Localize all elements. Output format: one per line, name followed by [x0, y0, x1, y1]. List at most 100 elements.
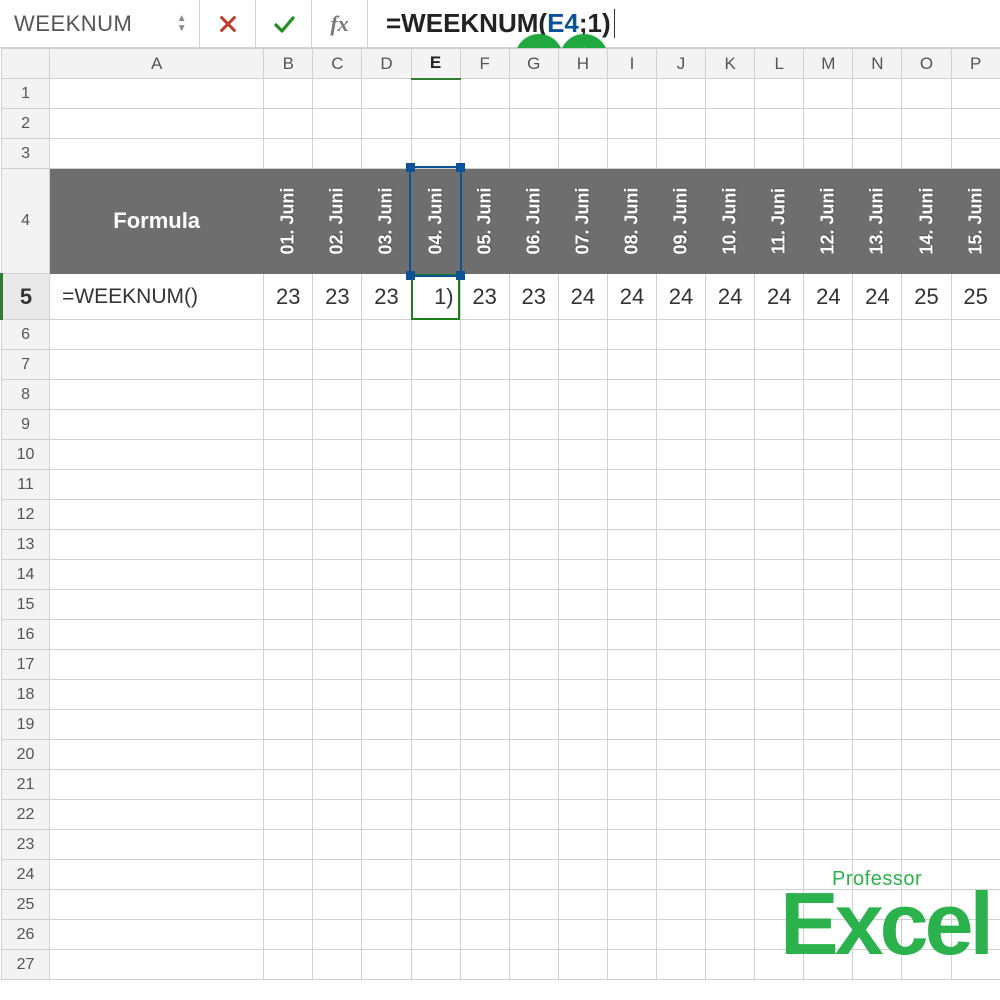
- date-header-cell[interactable]: 05. Juni: [460, 169, 509, 274]
- empty-cell[interactable]: [313, 950, 362, 980]
- empty-cell[interactable]: [853, 920, 902, 950]
- empty-cell[interactable]: [607, 920, 656, 950]
- empty-cell[interactable]: [509, 830, 558, 860]
- empty-cell[interactable]: [313, 440, 362, 470]
- empty-cell[interactable]: [50, 650, 264, 680]
- empty-cell[interactable]: [460, 860, 509, 890]
- row-header-13[interactable]: 13: [2, 530, 50, 560]
- empty-cell[interactable]: [804, 650, 853, 680]
- empty-cell[interactable]: [951, 620, 1000, 650]
- empty-cell[interactable]: [411, 650, 460, 680]
- empty-cell[interactable]: [755, 79, 804, 109]
- empty-cell[interactable]: [951, 740, 1000, 770]
- empty-cell[interactable]: [853, 950, 902, 980]
- empty-cell[interactable]: [657, 680, 706, 710]
- row-header-26[interactable]: 26: [2, 920, 50, 950]
- empty-cell[interactable]: [607, 79, 656, 109]
- empty-cell[interactable]: [509, 380, 558, 410]
- row-header-14[interactable]: 14: [2, 560, 50, 590]
- formula-example-cell[interactable]: =WEEKNUM(): [50, 274, 264, 320]
- empty-cell[interactable]: [607, 740, 656, 770]
- empty-cell[interactable]: [657, 710, 706, 740]
- empty-cell[interactable]: [362, 890, 411, 920]
- empty-cell[interactable]: [951, 440, 1000, 470]
- date-header-cell[interactable]: 06. Juni: [509, 169, 558, 274]
- empty-cell[interactable]: [804, 890, 853, 920]
- empty-cell[interactable]: [902, 530, 951, 560]
- date-header-cell[interactable]: 09. Juni: [657, 169, 706, 274]
- empty-cell[interactable]: [902, 860, 951, 890]
- empty-cell[interactable]: [804, 860, 853, 890]
- empty-cell[interactable]: [755, 470, 804, 500]
- empty-cell[interactable]: [607, 380, 656, 410]
- empty-cell[interactable]: [313, 920, 362, 950]
- empty-cell[interactable]: [902, 139, 951, 169]
- empty-cell[interactable]: [804, 79, 853, 109]
- empty-cell[interactable]: [755, 680, 804, 710]
- column-header-E[interactable]: E: [411, 49, 460, 79]
- empty-cell[interactable]: [853, 139, 902, 169]
- empty-cell[interactable]: [902, 560, 951, 590]
- empty-cell[interactable]: [460, 320, 509, 350]
- empty-cell[interactable]: [50, 109, 264, 139]
- empty-cell[interactable]: [313, 560, 362, 590]
- row-header-17[interactable]: 17: [2, 650, 50, 680]
- empty-cell[interactable]: [460, 440, 509, 470]
- empty-cell[interactable]: [509, 320, 558, 350]
- empty-cell[interactable]: [804, 800, 853, 830]
- empty-cell[interactable]: [313, 890, 362, 920]
- empty-cell[interactable]: [804, 620, 853, 650]
- column-header-C[interactable]: C: [313, 49, 362, 79]
- empty-cell[interactable]: [558, 440, 607, 470]
- date-header-cell[interactable]: 02. Juni: [313, 169, 362, 274]
- empty-cell[interactable]: [313, 800, 362, 830]
- empty-cell[interactable]: [657, 410, 706, 440]
- empty-cell[interactable]: [411, 109, 460, 139]
- empty-cell[interactable]: [50, 680, 264, 710]
- empty-cell[interactable]: [509, 950, 558, 980]
- empty-cell[interactable]: [902, 470, 951, 500]
- empty-cell[interactable]: [804, 740, 853, 770]
- empty-cell[interactable]: [411, 680, 460, 710]
- empty-cell[interactable]: [607, 770, 656, 800]
- empty-cell[interactable]: [607, 890, 656, 920]
- empty-cell[interactable]: [657, 440, 706, 470]
- empty-cell[interactable]: [607, 830, 656, 860]
- row-header-18[interactable]: 18: [2, 680, 50, 710]
- empty-cell[interactable]: [706, 410, 755, 440]
- empty-cell[interactable]: [50, 890, 264, 920]
- empty-cell[interactable]: [902, 440, 951, 470]
- empty-cell[interactable]: [50, 620, 264, 650]
- empty-cell[interactable]: [50, 740, 264, 770]
- empty-cell[interactable]: [509, 590, 558, 620]
- empty-cell[interactable]: [755, 440, 804, 470]
- value-cell[interactable]: 25: [902, 274, 951, 320]
- empty-cell[interactable]: [902, 770, 951, 800]
- empty-cell[interactable]: [657, 109, 706, 139]
- empty-cell[interactable]: [362, 79, 411, 109]
- empty-cell[interactable]: [411, 590, 460, 620]
- empty-cell[interactable]: [902, 800, 951, 830]
- row-header-24[interactable]: 24: [2, 860, 50, 890]
- empty-cell[interactable]: [411, 470, 460, 500]
- row-header-15[interactable]: 15: [2, 590, 50, 620]
- row-header-23[interactable]: 23: [2, 830, 50, 860]
- empty-cell[interactable]: [362, 530, 411, 560]
- empty-cell[interactable]: [755, 380, 804, 410]
- empty-cell[interactable]: [657, 620, 706, 650]
- empty-cell[interactable]: [509, 500, 558, 530]
- row-header-19[interactable]: 19: [2, 710, 50, 740]
- empty-cell[interactable]: [607, 109, 656, 139]
- empty-cell[interactable]: [951, 350, 1000, 380]
- empty-cell[interactable]: [264, 950, 313, 980]
- empty-cell[interactable]: [50, 79, 264, 109]
- confirm-button[interactable]: [256, 0, 312, 47]
- empty-cell[interactable]: [313, 410, 362, 440]
- empty-cell[interactable]: [558, 710, 607, 740]
- empty-cell[interactable]: [755, 410, 804, 440]
- empty-cell[interactable]: [755, 830, 804, 860]
- empty-cell[interactable]: [558, 320, 607, 350]
- empty-cell[interactable]: [902, 380, 951, 410]
- formula-header-label[interactable]: Formula: [50, 169, 264, 274]
- empty-cell[interactable]: [313, 320, 362, 350]
